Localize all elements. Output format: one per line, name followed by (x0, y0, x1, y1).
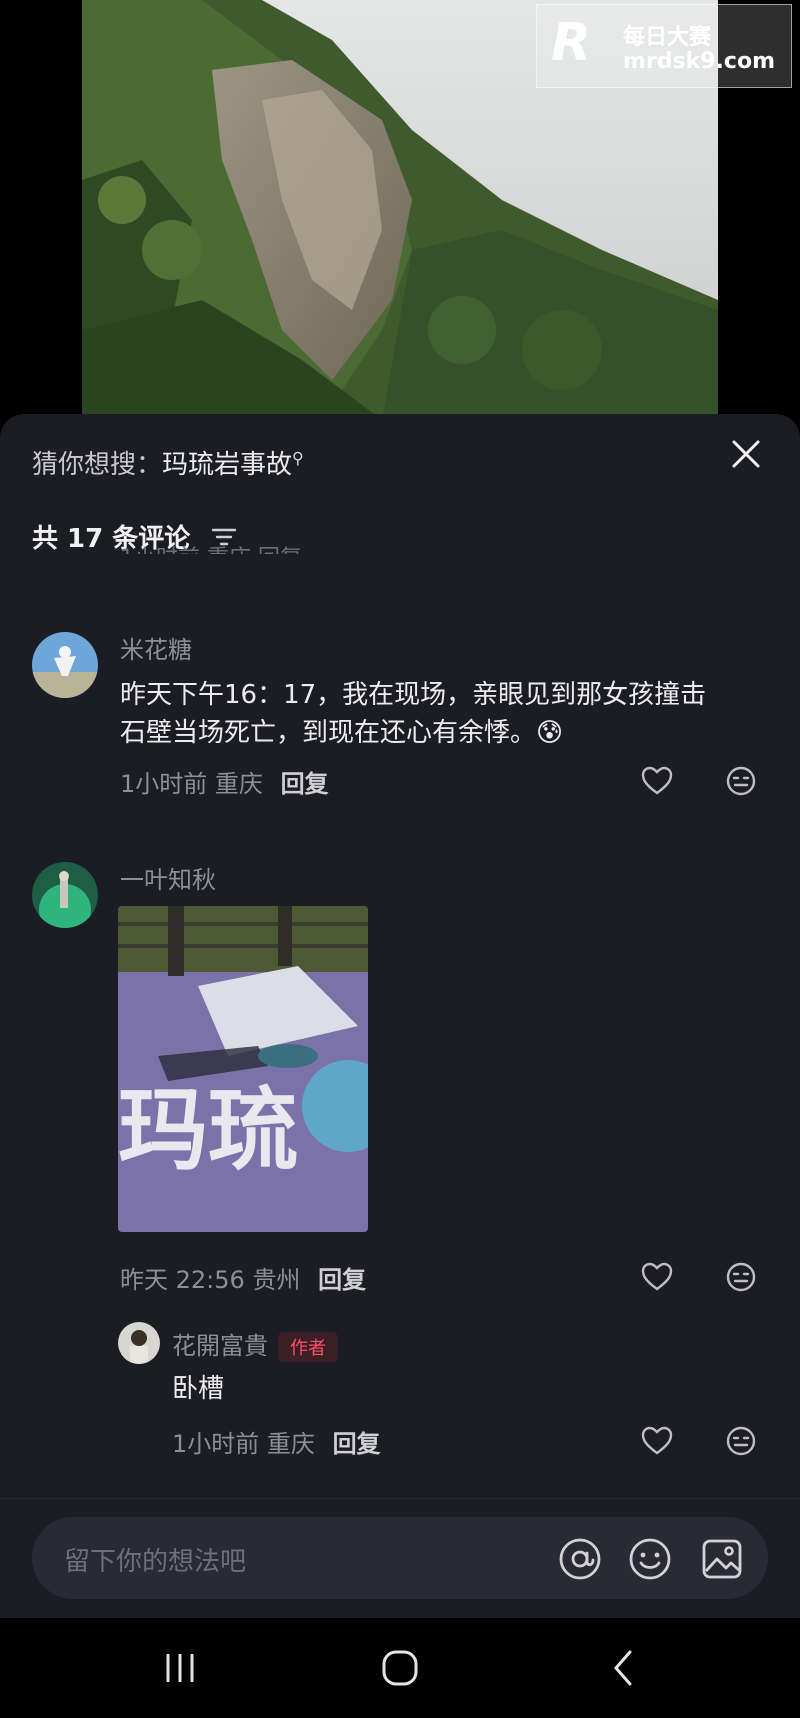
at-icon (559, 1538, 601, 1580)
dislike-button[interactable] (724, 764, 758, 798)
comment-username[interactable]: 米花糖 (120, 630, 192, 665)
cut-off-comment-meta: 1小时前 重庆 回复 (120, 540, 302, 554)
comment-location: 重庆 (214, 770, 263, 798)
close-button[interactable] (726, 434, 766, 474)
dislike-button[interactable] (724, 1424, 758, 1458)
crying-emoji-icon: 😰 (536, 718, 564, 748)
like-button[interactable] (640, 1260, 674, 1294)
home-icon (382, 1650, 418, 1686)
reply-button[interactable]: 回复 (318, 1266, 366, 1294)
reply-time: 1小时前 (172, 1430, 260, 1458)
reply-button[interactable]: 回复 (333, 1430, 381, 1458)
comment-image[interactable]: 玛琉 (118, 906, 368, 1232)
image-ground-text: 玛琉 (118, 1078, 298, 1183)
like-button[interactable] (640, 764, 674, 798)
watermark: R 每日大赛 mrdsk9.com (536, 4, 792, 88)
avatar[interactable] (32, 862, 98, 928)
back-icon (614, 1650, 632, 1686)
comment-input-bar: 留下你的想法吧 (0, 1498, 800, 1619)
reply-meta: 1小时前 重庆 回复 (172, 1424, 381, 1459)
comment-panel: 猜你想搜：玛琉岩事故⚲ 共 17 条评论 1小时前 重庆 回复 米花糖 昨天下午… (0, 414, 800, 1618)
meh-face-icon (726, 1262, 756, 1292)
avatar[interactable] (32, 632, 98, 698)
reply-username-row: 花開富貴 作者 (172, 1326, 338, 1362)
image-button[interactable] (700, 1537, 744, 1581)
system-navigation-bar (0, 1618, 800, 1718)
video-area[interactable]: R 每日大赛 mrdsk9.com (0, 0, 800, 420)
avatar[interactable] (118, 1322, 160, 1364)
author-badge: 作者 (278, 1332, 338, 1362)
reply-username[interactable]: 花開富貴 (172, 1332, 268, 1360)
heart-icon (641, 1426, 673, 1455)
watermark-brand: 每日大赛 (623, 25, 712, 50)
search-icon: ⚲ (292, 448, 304, 468)
meh-face-icon (726, 766, 756, 796)
dislike-button[interactable] (724, 1260, 758, 1294)
emoji-button[interactable] (628, 1537, 672, 1581)
watermark-logo-icon: R (551, 13, 592, 73)
smile-icon (629, 1538, 671, 1580)
comment-meta: 昨天 22:56 贵州 回复 (120, 1260, 366, 1295)
like-button[interactable] (640, 1424, 674, 1458)
search-suggestion[interactable]: 猜你想搜：玛琉岩事故⚲ (32, 444, 304, 481)
heart-icon (641, 766, 673, 795)
close-icon (732, 440, 760, 468)
comment-text-line: 昨天下午16：17，我在现场，亲眼见到那女孩撞击 (120, 680, 707, 710)
comment-meta: 1小时前 重庆 回复 (120, 764, 329, 799)
heart-icon (641, 1262, 673, 1291)
image-icon (702, 1539, 742, 1579)
recent-apps-icon (166, 1654, 194, 1682)
comment-username[interactable]: 一叶知秋 (120, 860, 216, 895)
comment-text-line: 石壁当场死亡，到现在还心有余悸。😰 (120, 718, 564, 748)
comment-input[interactable]: 留下你的想法吧 (32, 1517, 768, 1599)
reply-location: 重庆 (266, 1430, 315, 1458)
mention-button[interactable] (558, 1537, 602, 1581)
watermark-url: mrdsk9.com (623, 49, 775, 74)
comment-input-placeholder: 留下你的想法吧 (64, 1547, 247, 1577)
recent-apps-button[interactable] (160, 1648, 200, 1692)
back-button[interactable] (604, 1648, 644, 1692)
comment-location: 贵州 (252, 1266, 301, 1294)
home-button[interactable] (380, 1648, 420, 1692)
search-suggestion-keyword[interactable]: 玛琉岩事故 (162, 450, 292, 480)
comment-time: 1小时前 (120, 770, 208, 798)
reply-button[interactable]: 回复 (281, 770, 329, 798)
comment-time: 昨天 22:56 (120, 1266, 245, 1294)
search-suggestion-prefix: 猜你想搜： (32, 450, 163, 480)
meh-face-icon (726, 1426, 756, 1456)
comment-text: 昨天下午16：17，我在现场，亲眼见到那女孩撞击 石壁当场死亡，到现在还心有余悸… (120, 676, 770, 752)
reply-text: 卧槽 (172, 1374, 225, 1404)
